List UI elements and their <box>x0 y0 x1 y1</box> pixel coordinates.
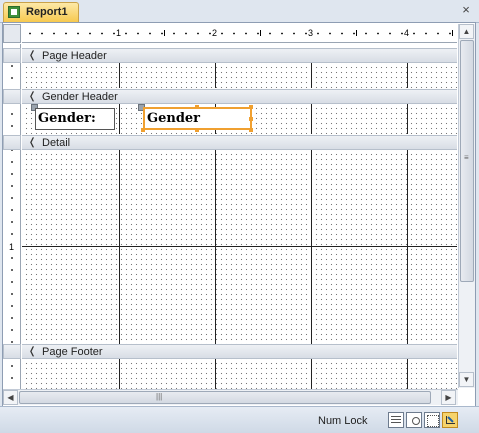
vruler-mark-1: 1 <box>9 242 15 252</box>
page-header-label: Page Header <box>42 50 107 62</box>
report-view-icon[interactable] <box>388 412 404 428</box>
page-header-selector[interactable] <box>3 48 21 63</box>
page-footer-label: Page Footer <box>42 346 103 358</box>
ruler-half-tick <box>356 30 357 36</box>
ruler-mark-1: 1 <box>115 28 123 38</box>
detail-selector[interactable] <box>3 135 21 150</box>
detail-area[interactable] <box>22 150 457 344</box>
report1-tab[interactable]: Report1 <box>3 2 79 22</box>
section-arrow-icon: ❬ <box>28 91 37 102</box>
gender-textbox-text: Gender <box>147 111 201 126</box>
horizontal-scroll-thumb[interactable]: ||| <box>19 391 431 404</box>
grip-icon: ≡ <box>464 153 469 162</box>
report1-tab-label: Report1 <box>26 6 68 18</box>
ruler-half-tick <box>260 30 261 36</box>
report-selector-corner[interactable] <box>3 24 21 43</box>
section-arrow-icon: ❬ <box>28 50 37 61</box>
gender-textbox-control[interactable]: Gender <box>143 107 252 130</box>
horizontal-ruler[interactable]: 1 2 3 4 <box>22 24 457 43</box>
ruler-mark-3: 3 <box>307 28 315 38</box>
detail-bar[interactable]: ❬ Detail <box>22 135 457 150</box>
page-footer-area[interactable] <box>22 359 457 389</box>
ruler-mark-2: 2 <box>211 28 219 38</box>
document-tab-strip: Report1 × <box>0 0 479 23</box>
detail-label: Detail <box>42 137 71 149</box>
resize-handle-top[interactable] <box>195 105 199 109</box>
design-view-icon[interactable] <box>442 412 458 428</box>
section-arrow-icon: ❬ <box>28 346 37 357</box>
ruler-mark-4: 4 <box>403 28 411 38</box>
gender-header-selector[interactable] <box>3 89 21 104</box>
scroll-up-arrow-icon[interactable]: ▲ <box>459 24 474 39</box>
ruler-half-tick <box>164 30 165 36</box>
vertical-scroll-thumb[interactable]: ≡ <box>460 40 474 282</box>
scroll-down-arrow-icon[interactable]: ▼ <box>459 372 474 387</box>
scroll-left-arrow-icon[interactable]: ◀ <box>3 390 18 405</box>
scroll-right-arrow-icon[interactable]: ▶ <box>441 390 456 405</box>
ruler-half-tick <box>452 30 453 36</box>
page-header-area[interactable] <box>22 63 457 88</box>
num-lock-indicator: Num Lock <box>318 415 368 427</box>
status-bar: Num Lock <box>0 406 479 433</box>
page-footer-bar[interactable]: ❬ Page Footer <box>22 344 457 359</box>
page-header-bar[interactable]: ❬ Page Header <box>22 48 457 63</box>
page-footer-selector[interactable] <box>3 344 21 359</box>
resize-handle-bottom[interactable] <box>195 128 199 132</box>
grip-icon: ||| <box>156 392 163 401</box>
resize-handle-top-right[interactable] <box>249 105 253 109</box>
print-preview-icon[interactable] <box>406 412 422 428</box>
resize-handle-right[interactable] <box>249 117 253 121</box>
layout-view-icon[interactable] <box>424 412 440 428</box>
gender-header-bar[interactable]: ❬ Gender Header <box>22 89 457 104</box>
gender-header-label: Gender Header <box>42 91 118 103</box>
report-icon <box>8 6 20 18</box>
resize-handle-bottom-left[interactable] <box>141 128 145 132</box>
vertical-scrollbar[interactable]: ▲ ≡ ▼ <box>458 24 475 388</box>
close-icon[interactable]: × <box>459 3 473 17</box>
gender-label-control[interactable]: Gender: <box>35 108 115 130</box>
resize-handle-bottom-right[interactable] <box>249 128 253 132</box>
horizontal-scrollbar[interactable]: ◀ ||| ▶ <box>3 389 458 405</box>
section-arrow-icon: ❬ <box>28 137 37 148</box>
gender-label-text: Gender: <box>38 111 96 126</box>
